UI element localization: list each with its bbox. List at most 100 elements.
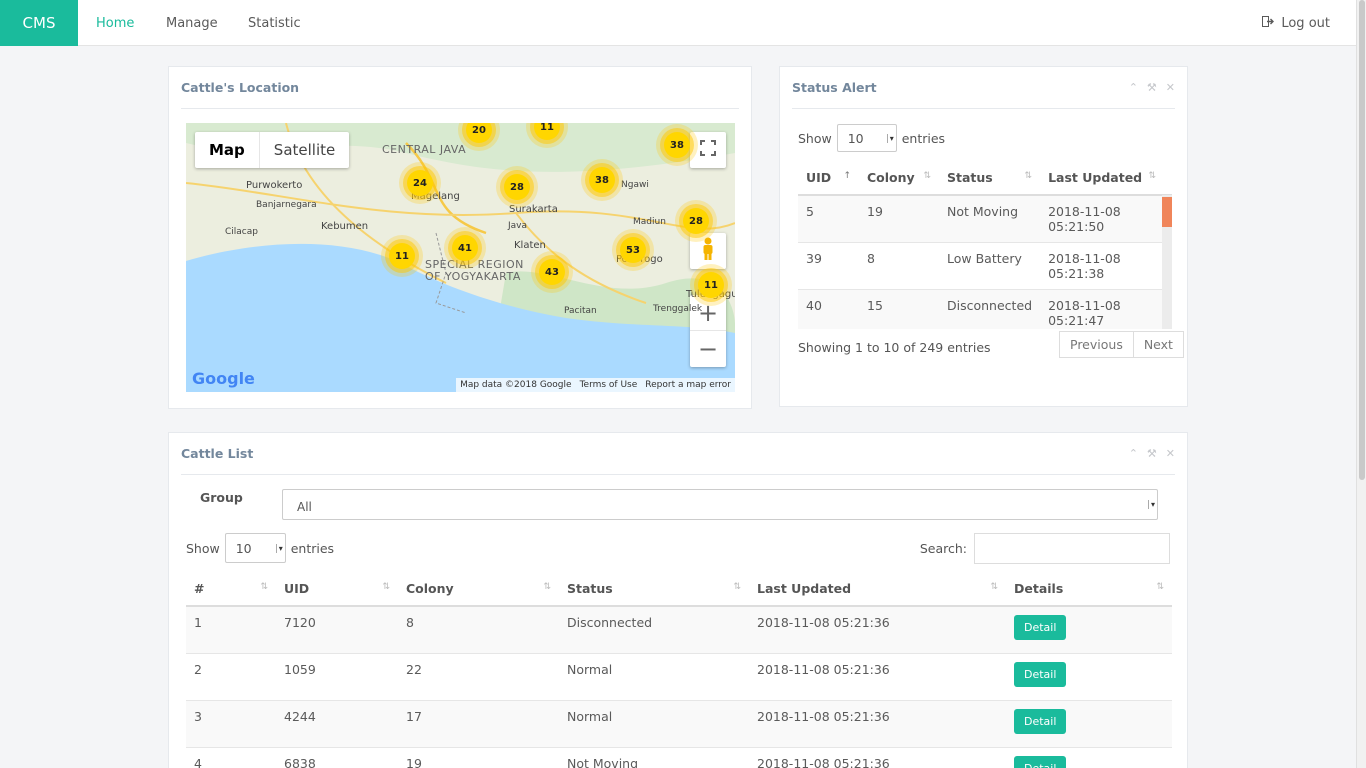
next-button[interactable]: Next: [1133, 331, 1184, 358]
table-row[interactable]: 1 7120 8 Disconnected 2018-11-08 05:21:3…: [186, 605, 1172, 653]
table-row[interactable]: 39 8 Low Battery 2018-11-08 05:21:38: [798, 242, 1172, 290]
previous-button[interactable]: Previous: [1059, 331, 1134, 358]
cluster-marker[interactable]: 11: [698, 272, 724, 298]
column-header[interactable]: Status ⇅: [939, 161, 1041, 196]
detail-button[interactable]: Detail: [1014, 755, 1067, 768]
table-info: Showing 1 to 10 of 249 entries: [798, 340, 991, 355]
collapse-icon[interactable]: ⌃: [1129, 447, 1138, 460]
sign-out-icon: [1262, 15, 1275, 31]
page-size-value: 10: [847, 130, 864, 146]
brand-logo[interactable]: CMS: [0, 0, 78, 46]
panel-title: Status Alert: [792, 80, 877, 95]
close-icon[interactable]: ✕: [1166, 447, 1175, 460]
column-header[interactable]: Colony ⇅: [859, 161, 939, 196]
map-type-map-button[interactable]: Map: [195, 132, 260, 168]
page-scrollbar[interactable]: [1356, 0, 1366, 768]
page-scrollbar-thumb[interactable]: [1359, 0, 1365, 480]
panel-toolbox: ⌃ ⚒ ✕: [1129, 447, 1175, 460]
last-updated-cell: 2018-11-08 05:21:36: [749, 652, 1006, 700]
index-cell: 1: [186, 605, 276, 653]
table-row[interactable]: 4 6838 19 Not Moving 2018-11-08 05:21:36…: [186, 746, 1172, 768]
details-cell: Detail: [1006, 746, 1172, 768]
status-cell: Normal: [559, 652, 749, 700]
wrench-icon[interactable]: ⚒: [1147, 81, 1157, 94]
page-size-select[interactable]: 10 ▾: [836, 124, 897, 152]
search-input[interactable]: [974, 533, 1170, 564]
cluster-marker[interactable]: 41: [452, 235, 478, 261]
terms-of-use-link[interactable]: Terms of Use: [580, 380, 638, 390]
detail-button[interactable]: Detail: [1014, 661, 1067, 687]
cluster-marker[interactable]: 28: [683, 208, 709, 234]
cattle-list-panel: Cattle List ⌃ ⚒ ✕ Group All ▾ Show 10 ▾ …: [168, 432, 1188, 768]
details-cell: Detail: [1006, 605, 1172, 653]
detail-button[interactable]: Detail: [1014, 615, 1067, 640]
caret-down-icon: ▾: [886, 133, 894, 143]
table-row[interactable]: 3 4244 17 Normal 2018-11-08 05:21:36 Det…: [186, 699, 1172, 747]
table-row[interactable]: 5 19 Not Moving 2018-11-08 05:21:50: [798, 194, 1172, 243]
logout-button[interactable]: Log out: [1262, 0, 1330, 46]
map-label: OF YOGYAKARTA: [425, 270, 521, 283]
colony-cell: 19: [398, 746, 559, 768]
fullscreen-button[interactable]: [690, 132, 726, 168]
cluster-marker[interactable]: 24: [407, 170, 433, 196]
wrench-icon[interactable]: ⚒: [1147, 447, 1157, 460]
street-view-pegman[interactable]: [690, 233, 726, 269]
nav-home[interactable]: Home: [96, 0, 134, 46]
entries-label: entries: [901, 130, 946, 146]
group-select[interactable]: All ▾: [282, 489, 1158, 520]
search-control: Search:: [920, 533, 1170, 564]
nav-statistic[interactable]: Statistic: [248, 0, 301, 46]
cluster-marker[interactable]: 28: [504, 174, 530, 200]
column-header[interactable]: Status ⇅: [559, 572, 749, 607]
column-header[interactable]: UID ⇅: [276, 572, 398, 607]
cluster-marker[interactable]: 38: [589, 167, 615, 193]
column-header[interactable]: Last Updated ⇅: [1040, 161, 1172, 196]
map-type-satellite-button[interactable]: Satellite: [260, 132, 349, 168]
status-table-scroll[interactable]: UID ↑ Colony ⇅ Status ⇅ Last Updated ⇅ 5 19 …: [798, 161, 1172, 329]
cattle-location-panel: Cattle's Location Map Satellite + − CENT…: [168, 66, 752, 409]
map-label: Madiun: [633, 217, 666, 227]
uid-cell: 6838: [276, 746, 398, 768]
cluster-marker[interactable]: 11: [389, 243, 415, 269]
map-label: Kebumen: [321, 221, 369, 232]
collapse-icon[interactable]: ⌃: [1129, 81, 1138, 94]
caret-down-icon: ▾: [1147, 500, 1155, 509]
last-updated-cell: 2018-11-08 05:21:47: [1040, 289, 1172, 329]
last-updated-cell: 2018-11-08 05:21:36: [749, 699, 1006, 747]
nav-manage[interactable]: Manage: [166, 0, 218, 46]
uid-cell: 1059: [276, 652, 398, 700]
uid-cell: 39: [798, 242, 859, 290]
show-label: Show: [186, 540, 220, 556]
map-view[interactable]: Map Satellite + − CENTRAL JAVA Purwokert…: [186, 123, 735, 392]
pagination: Previous Next: [1059, 331, 1184, 358]
panel-title: Cattle List: [181, 446, 254, 461]
status-alert-panel: Status Alert ⌃ ⚒ ✕ Show 10 ▾ entries UID…: [779, 66, 1188, 407]
colony-cell: 15: [859, 289, 939, 329]
uid-cell: 4244: [276, 699, 398, 747]
colony-cell: 8: [398, 605, 559, 653]
cluster-marker[interactable]: 43: [539, 259, 565, 285]
map-attribution: Map data ©2018 Google Terms of Use Repor…: [456, 378, 735, 392]
table-row[interactable]: 2 1059 22 Normal 2018-11-08 05:21:36 Det…: [186, 652, 1172, 700]
table-scrollbar-thumb[interactable]: [1162, 197, 1172, 227]
uid-cell: 5: [798, 194, 859, 243]
report-map-error-link[interactable]: Report a map error: [645, 380, 731, 390]
detail-button[interactable]: Detail: [1014, 708, 1067, 734]
last-updated-cell: 2018-11-08 05:21:38: [1040, 242, 1172, 290]
table-row[interactable]: 40 15 Disconnected 2018-11-08 05:21:47: [798, 289, 1172, 329]
top-navbar: CMS Home Manage Statistic Log out: [0, 0, 1366, 46]
column-header[interactable]: UID ↑: [798, 161, 859, 196]
page-size-select[interactable]: 10 ▾: [224, 533, 286, 563]
table-scrollbar[interactable]: [1162, 195, 1172, 329]
column-header[interactable]: Details ⇅: [1006, 572, 1172, 607]
cluster-marker[interactable]: 53: [620, 237, 646, 263]
map-label: Klaten: [514, 240, 546, 251]
status-cell: Not Moving: [939, 194, 1041, 243]
close-icon[interactable]: ✕: [1166, 81, 1175, 94]
cluster-marker[interactable]: 38: [664, 132, 690, 158]
zoom-out-button[interactable]: −: [690, 331, 726, 367]
column-header[interactable]: Last Updated ⇅: [749, 572, 1006, 607]
column-header[interactable]: Colony ⇅: [398, 572, 559, 607]
map-label: Trenggalek: [653, 304, 703, 314]
column-header[interactable]: # ⇅: [186, 572, 276, 607]
